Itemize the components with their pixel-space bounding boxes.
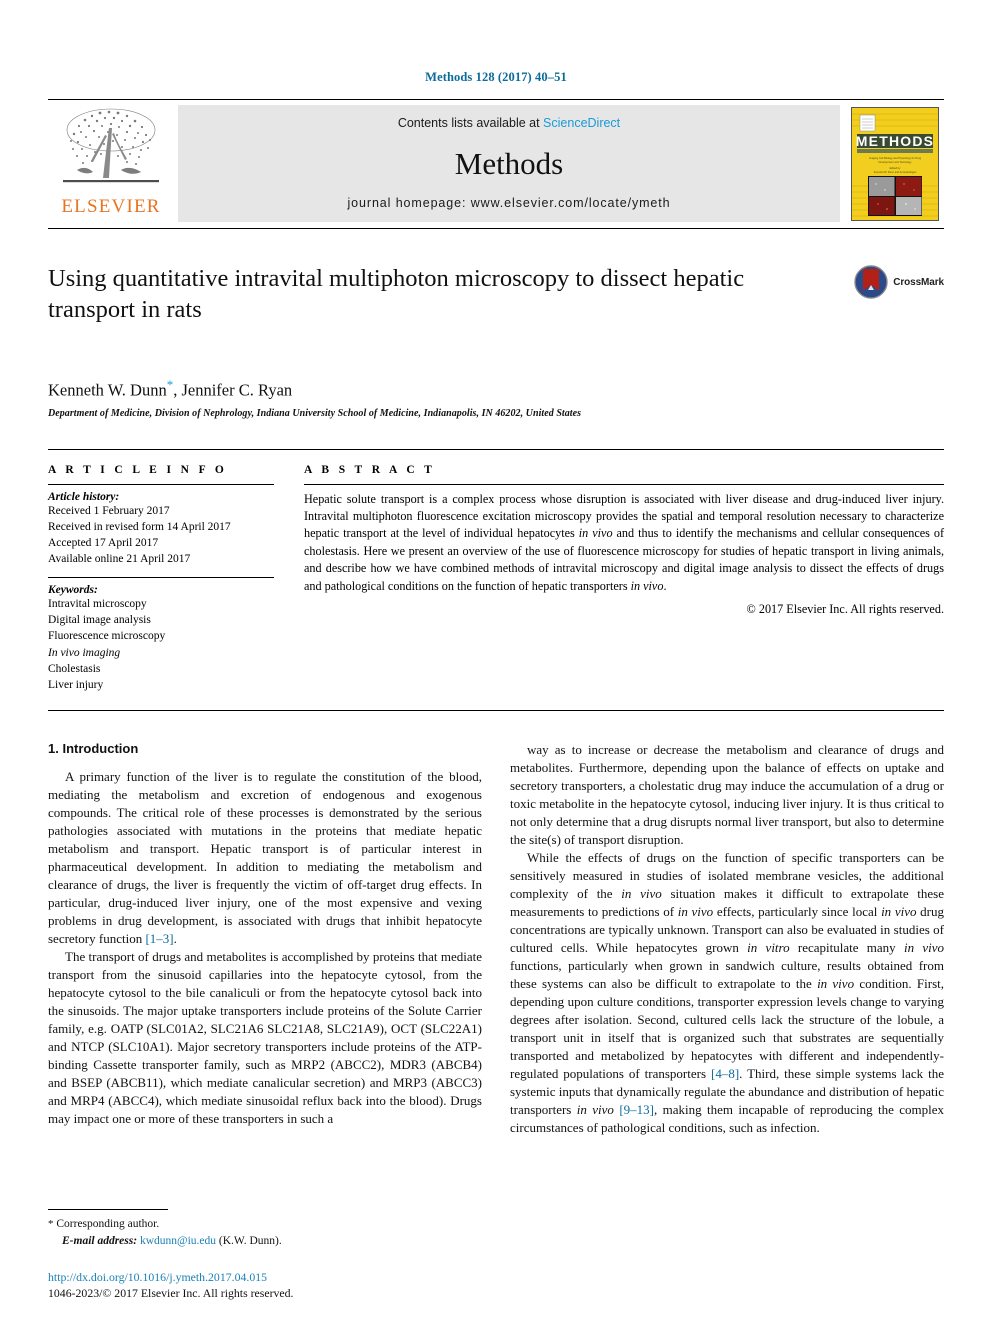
history-item: Accepted 17 April 2017 (48, 537, 159, 550)
journal-homepage[interactable]: journal homepage: www.elsevier.com/locat… (348, 196, 671, 210)
footnote-area: * Corresponding author. E-mail address: … (48, 1209, 482, 1301)
abstract-copyright: © 2017 Elsevier Inc. All rights reserved… (746, 602, 944, 617)
article-info-column: A R T I C L E I N F O Article history: R… (48, 464, 292, 694)
keyword-item: Liver injury (48, 679, 104, 692)
contents-available-line: Contents lists available at ScienceDirec… (398, 116, 620, 130)
history-item: Available online 21 April 2017 (48, 553, 191, 566)
keyword-item: Digital image analysis (48, 614, 151, 627)
journal-article-page: Methods 128 (2017) 40–51 ELSEVIER Conten… (0, 0, 992, 1323)
keyword-italic-part: In vivo imaging (48, 646, 121, 659)
footnote-marker: * (48, 1218, 54, 1231)
paragraph: While the effects of drugs on the functi… (510, 849, 945, 1135)
abstract-heading: A B S T R A C T (304, 463, 436, 476)
journal-cover-thumbnail: METHODS Imaging Cell Biology and Physiol… (851, 107, 939, 221)
keyword-item: Fluorescence microscopy (48, 630, 166, 643)
author-list: Kenneth W. Dunn*, Jennifer C. Ryan (48, 377, 944, 401)
footnote-divider (48, 1209, 168, 1211)
svg-text:METHODS: METHODS (856, 133, 934, 149)
article-info-heading: A R T I C L E I N F O (48, 463, 228, 476)
author-primary: Kenneth W. Dunn (48, 380, 167, 400)
body-column-left: 1. Introduction A primary function of th… (48, 741, 482, 1301)
author-affiliation: Department of Medicine, Division of Neph… (48, 407, 582, 419)
paragraph: The transport of drugs and metabolites i… (48, 948, 482, 1126)
page-title: Using quantitative intravital multiphoto… (48, 265, 745, 324)
email-label: E-mail address: (62, 1235, 138, 1248)
journal-cover: METHODS Imaging Cell Biology and Physiol… (846, 100, 944, 228)
author-secondary: , Jennifer C. Ryan (173, 380, 293, 400)
history-item: Received in revised form 14 April 2017 (48, 520, 231, 533)
footnote-text: Corresponding author. (56, 1218, 160, 1231)
paragraph: way as to increase or decrease the metab… (510, 741, 944, 847)
title-area: Using quantitative intravital multiphoto… (48, 263, 944, 355)
history-item: Received 1 February 2017 (48, 504, 170, 517)
keyword-item: Cholestasis (48, 663, 101, 676)
divider (48, 576, 274, 578)
keyword-item: Intravital microscopy (48, 597, 147, 610)
article-body: 1. Introduction A primary function of th… (48, 741, 944, 1301)
cover-artwork: METHODS Imaging Cell Biology and Physiol… (852, 108, 938, 220)
journal-title: Methods (454, 145, 564, 181)
sciencedirect-link[interactable]: ScienceDirect (543, 116, 620, 130)
crossmark-label: CrossMark (893, 276, 944, 288)
running-head: Methods 128 (2017) 40–51 (425, 70, 567, 84)
elsevier-wordmark: ELSEVIER (61, 196, 161, 217)
elsevier-tree-icon (63, 108, 159, 183)
crossmark-badge[interactable]: CrossMark (854, 265, 944, 299)
email-link[interactable]: kwdunn@iu.edu (140, 1235, 216, 1247)
section-title-introduction: 1. Introduction (48, 740, 139, 756)
contents-prefix: Contents lists available at (397, 116, 544, 130)
abstract-text: Hepatic solute transport is a complex pr… (304, 491, 945, 593)
body-column-right: way as to increase or decrease the metab… (510, 741, 944, 1301)
corresponding-author-note: * Corresponding author. (48, 1216, 482, 1233)
doi-link[interactable]: http://dx.doi.org/10.1016/j.ymeth.2017.0… (48, 1270, 482, 1285)
keyword-item: In vivo imaging (48, 645, 274, 661)
divider (304, 483, 944, 485)
journal-band: Contents lists available at ScienceDirec… (178, 105, 840, 222)
email-suffix: (K.W. Dunn). (218, 1235, 282, 1248)
issn-copyright: 1046-2023/© 2017 Elsevier Inc. All right… (48, 1285, 294, 1300)
keywords-label: Keywords: (48, 583, 98, 596)
email-note: E-mail address: kwdunn@iu.edu (K.W. Dunn… (48, 1233, 482, 1250)
info-abstract-block: A R T I C L E I N F O Article history: R… (48, 448, 944, 711)
svg-text:Development and Toxicology: Development and Toxicology (878, 160, 912, 164)
abstract-column: A B S T R A C T Hepatic solute transport… (292, 464, 944, 694)
paragraph: A primary function of the liver is to re… (48, 768, 482, 946)
crossmark-icon (854, 265, 888, 299)
journal-masthead: ELSEVIER Contents lists available at Sci… (48, 99, 944, 229)
svg-text:Kenneth W. Dunn and Anna Erdog: Kenneth W. Dunn and Anna Erdogan (874, 170, 917, 174)
elsevier-logo: ELSEVIER (48, 100, 174, 228)
divider (48, 483, 274, 485)
article-history-label: Article history: (48, 490, 120, 503)
svg-text:Edited by: Edited by (890, 166, 902, 170)
svg-text:Imaging Cell Biology and Physi: Imaging Cell Biology and Physiology for … (869, 156, 922, 160)
